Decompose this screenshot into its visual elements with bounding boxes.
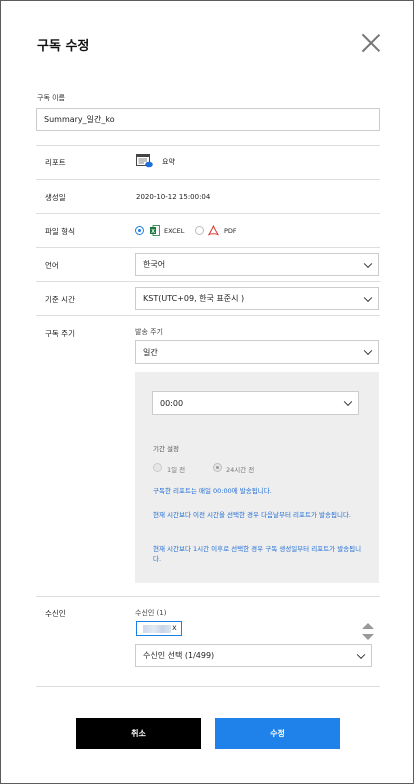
report-label: 리포트 bbox=[45, 158, 66, 167]
cycle-label: 구독 주기 bbox=[45, 329, 75, 338]
chevron-down-icon bbox=[356, 650, 366, 659]
period-1day-radio[interactable] bbox=[153, 463, 162, 472]
period-label: 기간 설정 bbox=[153, 445, 179, 453]
send-cycle-select[interactable]: 일간 bbox=[135, 340, 379, 364]
edit-subscription-dialog: 구독 수정 구독 이름 Summary_일간_ko 리포트 요약 생성일 202… bbox=[0, 0, 414, 784]
divider bbox=[36, 145, 380, 146]
language-value: 한국어 bbox=[143, 260, 166, 269]
period-24h-label: 24시간 전 bbox=[226, 466, 255, 474]
divider bbox=[36, 281, 380, 282]
chevron-up-icon[interactable] bbox=[362, 623, 374, 629]
recipient-name-redacted bbox=[143, 625, 171, 633]
submit-button[interactable]: 수정 bbox=[215, 718, 340, 749]
cycle-note: 현재 시간보다 이전 시간을 선택한 경우 다음날부터 리포트가 발송됩니다. bbox=[153, 511, 351, 519]
excel-label: EXCEL bbox=[164, 227, 185, 235]
send-cycle-value: 일간 bbox=[143, 347, 158, 357]
chevron-down-icon bbox=[363, 259, 373, 268]
language-label: 언어 bbox=[45, 261, 59, 270]
excel-icon: X bbox=[150, 225, 160, 236]
period-24h-radio[interactable] bbox=[213, 463, 222, 472]
send-cycle-label: 발송 주기 bbox=[135, 328, 163, 336]
close-icon[interactable] bbox=[361, 33, 381, 53]
cycle-note: 현재 시간보다 1시간 이후로 선택한 경우 구독 생성일부터 리포트가 발송됩… bbox=[153, 545, 362, 563]
close-icon[interactable]: x bbox=[172, 623, 177, 632]
divider bbox=[36, 315, 380, 316]
created-label: 생성일 bbox=[45, 193, 66, 202]
timezone-label: 기준 시간 bbox=[45, 295, 75, 304]
chevron-down-icon bbox=[343, 397, 353, 407]
report-name: 요약 bbox=[162, 158, 175, 166]
cancel-button[interactable]: 취소 bbox=[76, 718, 201, 749]
chevron-down-icon[interactable] bbox=[362, 634, 374, 640]
scroll-stepper[interactable] bbox=[360, 622, 376, 642]
period-1day-label: 1일 전 bbox=[167, 466, 186, 474]
excel-radio[interactable] bbox=[135, 226, 144, 235]
recipient-select[interactable]: 수신인 선택 (1/499) bbox=[135, 644, 372, 667]
svg-text:X: X bbox=[151, 229, 155, 235]
subscription-name-label: 구독 이름 bbox=[37, 94, 65, 102]
divider bbox=[36, 596, 380, 597]
created-date: 2020-10-12 15:00:04 bbox=[136, 193, 211, 201]
recipient-select-placeholder: 수신인 선택 (1/499) bbox=[143, 651, 215, 660]
report-icon bbox=[136, 154, 153, 168]
file-format-label: 파일 형식 bbox=[45, 227, 75, 236]
cycle-note: 구독한 리포트는 매일 00:00에 발송됩니다. bbox=[153, 487, 272, 495]
divider bbox=[36, 179, 380, 180]
subscription-name-input[interactable]: Summary_일간_ko bbox=[36, 108, 380, 131]
chevron-down-icon bbox=[363, 346, 373, 356]
timezone-select[interactable]: KST(UTC+09, 한국 표준시 ) bbox=[135, 287, 379, 310]
pdf-icon bbox=[208, 225, 219, 236]
send-time-select[interactable]: 00:00 bbox=[152, 391, 359, 415]
dialog-title: 구독 수정 bbox=[37, 39, 90, 54]
recipient-chip: x bbox=[136, 621, 182, 636]
pdf-label: PDF bbox=[224, 227, 237, 235]
pdf-radio[interactable] bbox=[195, 226, 204, 235]
divider bbox=[36, 247, 380, 248]
recipients-label: 수신인 bbox=[45, 609, 66, 618]
timezone-value: KST(UTC+09, 한국 표준시 ) bbox=[143, 294, 245, 303]
language-select[interactable]: 한국어 bbox=[135, 253, 379, 276]
chevron-down-icon bbox=[363, 293, 373, 302]
divider bbox=[36, 213, 380, 214]
divider bbox=[36, 686, 380, 687]
send-time-value: 00:00 bbox=[160, 398, 184, 408]
recipients-count: 수신인 (1) bbox=[135, 609, 167, 617]
